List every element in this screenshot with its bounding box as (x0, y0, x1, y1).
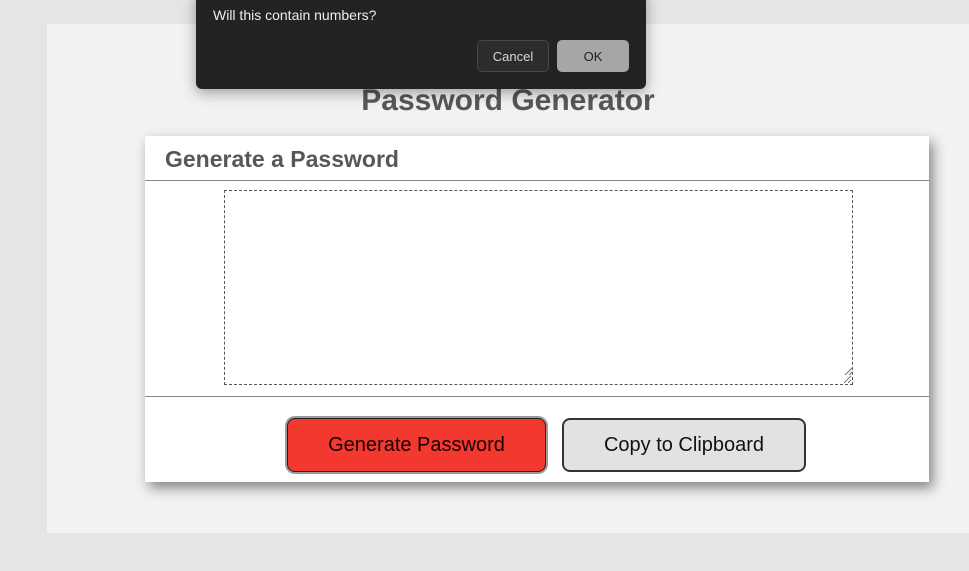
dialog-message: Will this contain numbers? (213, 7, 377, 23)
resize-grip-icon[interactable] (844, 367, 853, 376)
confirm-dialog: Will this contain numbers? Cancel OK (196, 0, 646, 89)
generate-password-button[interactable]: Generate Password (287, 418, 546, 472)
copy-to-clipboard-button[interactable]: Copy to Clipboard (562, 418, 806, 472)
password-card: Generate a Password Generate Password Co… (145, 136, 929, 482)
card-header: Generate a Password (145, 136, 929, 181)
page-title: Password Generator (361, 84, 655, 117)
card-footer: Generate Password Copy to Clipboard (145, 397, 929, 481)
card-body (145, 181, 929, 397)
card-title: Generate a Password (165, 146, 399, 172)
dialog-ok-button[interactable]: OK (557, 40, 629, 72)
password-textarea[interactable] (224, 190, 853, 385)
page-container: Password Generator Generate a Password G… (47, 24, 969, 533)
dialog-cancel-button[interactable]: Cancel (477, 40, 549, 72)
